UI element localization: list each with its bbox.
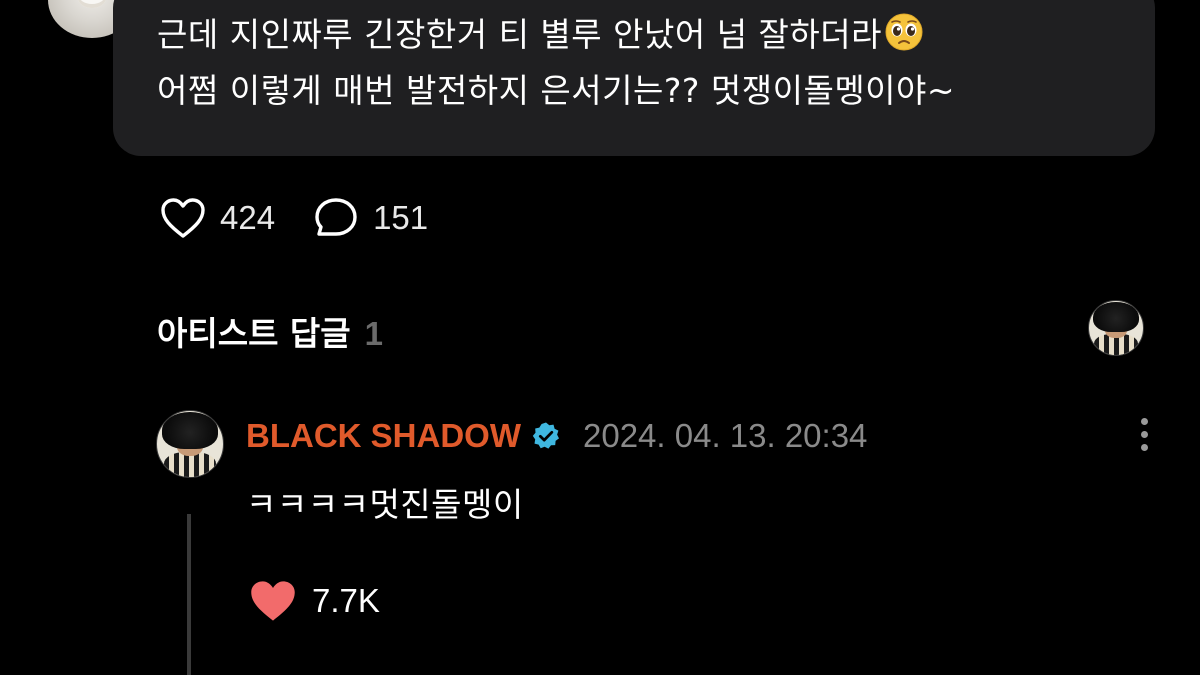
avatar-image xyxy=(78,0,106,8)
artist-replies-label: 아티스트 답글 xyxy=(157,314,351,353)
reply-like-button[interactable]: 7.7K xyxy=(248,578,380,624)
avatar-hair xyxy=(162,412,218,450)
comment-count: 151 xyxy=(373,199,429,236)
reply-button[interactable]: 151 xyxy=(313,196,428,240)
dot-icon xyxy=(1140,431,1148,438)
verified-badge-icon xyxy=(532,422,559,449)
avatar-hair xyxy=(1093,302,1139,333)
dot-icon xyxy=(1140,418,1148,425)
comment-bubble-icon xyxy=(315,198,357,236)
pleading-face-emoji-icon xyxy=(885,13,923,51)
heart-outline-icon xyxy=(161,198,205,238)
artist-avatar-small[interactable] xyxy=(1088,300,1144,356)
comment-line-2: 어쩜 이렇게 매번 발전하지 은서기는?? 멋쟁이돌멩이야~ xyxy=(157,71,956,110)
reply-author-name[interactable]: BLACK SHADOW xyxy=(246,417,521,455)
artist-replies-count: 1 xyxy=(364,315,384,352)
comment-actions: 424 151 xyxy=(160,196,466,240)
heart-filled-icon xyxy=(251,581,295,621)
artist-replies-header[interactable]: 아티스트 답글 1 xyxy=(157,307,383,355)
comment-thread: 근데 지인짜루 긴장한거 티 별루 안났어 넘 잘하더라 어쩜 이렇게 매번 발… xyxy=(0,0,1200,675)
comment-text: 근데 지인짜루 긴장한거 티 별루 안났어 넘 잘하더라 어쩜 이렇게 매번 발… xyxy=(157,6,1137,119)
reply-like-count: 7.7K xyxy=(312,582,380,619)
comment-line-1-text: 근데 지인짜루 긴장한거 티 별루 안났어 넘 잘하더라 xyxy=(157,15,882,54)
more-options-button[interactable] xyxy=(1136,418,1152,458)
comment-line-1: 근데 지인짜루 긴장한거 티 별루 안났어 넘 잘하더라 xyxy=(157,6,1137,63)
reply-meta: BLACK SHADOW 2024. 04. 13. 20:34 xyxy=(246,414,867,458)
reply-text: ㅋㅋㅋㅋ멋진돌멩이 xyxy=(246,485,524,524)
thread-connector-line xyxy=(187,514,191,675)
like-count: 424 xyxy=(220,199,276,236)
reply-author-avatar[interactable] xyxy=(156,410,224,478)
dot-icon xyxy=(1140,444,1148,451)
reply-timestamp: 2024. 04. 13. 20:34 xyxy=(582,417,868,454)
like-button[interactable]: 424 xyxy=(160,197,275,239)
